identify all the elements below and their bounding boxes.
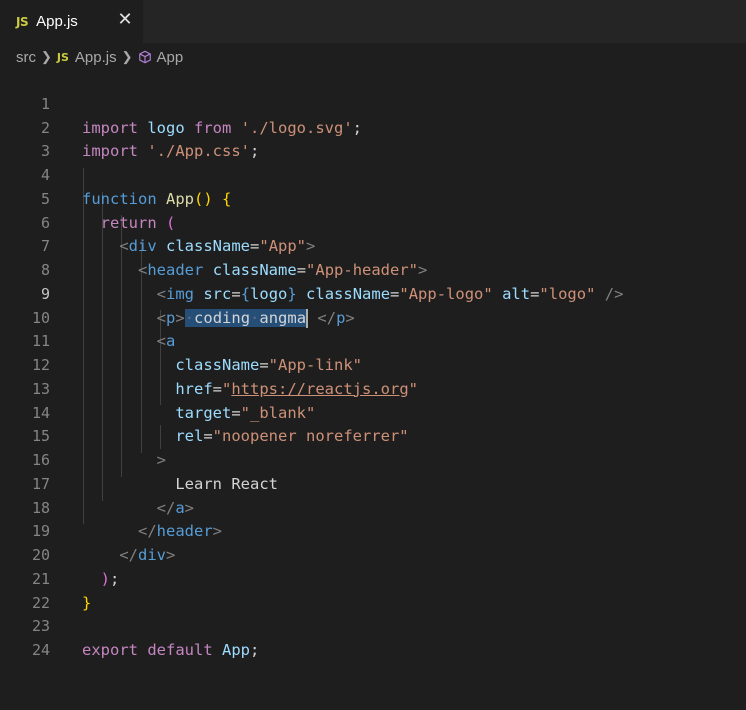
code-line: 23 export default App; <box>0 592 746 659</box>
code-line: 10 <a <box>0 283 746 351</box>
code-line: 22 <box>0 568 746 612</box>
keyword: default <box>147 641 213 659</box>
code-line: 12 href="https://reactjs.org" <box>0 330 746 398</box>
code-line: 24 <box>0 615 746 659</box>
code-line: 5 return ( <box>0 164 746 232</box>
chevron-right-icon: ❯ <box>41 49 52 64</box>
js-file-icon: JS <box>56 50 69 64</box>
cube-icon <box>138 50 151 64</box>
code-line: 11 className="App-link" <box>0 307 746 374</box>
breadcrumb-symbol[interactable]: App <box>157 49 184 66</box>
breadcrumb-folder[interactable]: src <box>16 49 36 66</box>
code-line: 18 </header> <box>0 473 746 541</box>
code-line-active: 9 <p>·coding·angma </p> <box>0 259 746 328</box>
code-line: 13 target="_blank" <box>0 354 746 422</box>
code-line: 17 </a> <box>0 449 746 517</box>
code-editor[interactable]: 1 import logo from './logo.svg'; 2 impor… <box>0 69 746 659</box>
code-line: 1 import logo from './logo.svg'; <box>0 69 746 137</box>
identifier: App <box>222 641 251 659</box>
keyword: export <box>82 641 138 659</box>
js-file-icon: JS <box>16 14 29 29</box>
chevron-right-icon: ❯ <box>121 49 133 64</box>
breadcrumb-file[interactable]: App.js <box>75 49 117 66</box>
close-icon[interactable]: ✕ <box>115 10 135 30</box>
code-line: 19 </div> <box>0 497 746 564</box>
breadcrumb: src ❯ JS App.js ❯ App <box>0 44 746 70</box>
code-line: 16 Learn React <box>0 425 746 493</box>
code-line: 3 <box>0 117 746 160</box>
code-line: 20 ); <box>0 520 746 588</box>
tab-app-js[interactable]: JS App.js ✕ <box>0 0 143 43</box>
tab-bar: JS App.js ✕ <box>0 0 746 43</box>
line-number: 24 <box>31 641 50 659</box>
punctuation: ; <box>250 641 260 659</box>
code-line: 6 <div className="App"> <box>0 188 746 256</box>
code-line: 15 > <box>0 402 746 469</box>
tab-label: App.js <box>36 13 78 30</box>
code-line: 14 rel="noopener noreferrer" <box>0 378 746 446</box>
code-line: 7 <header className="App-header"> <box>0 212 746 279</box>
code-line: 2 import './App.css'; <box>0 93 746 161</box>
code-line: 21 } <box>0 544 746 612</box>
code-line: 4 function App() { <box>0 140 746 208</box>
code-line: 8 <img src={logo} className="App-logo" a… <box>0 235 746 303</box>
